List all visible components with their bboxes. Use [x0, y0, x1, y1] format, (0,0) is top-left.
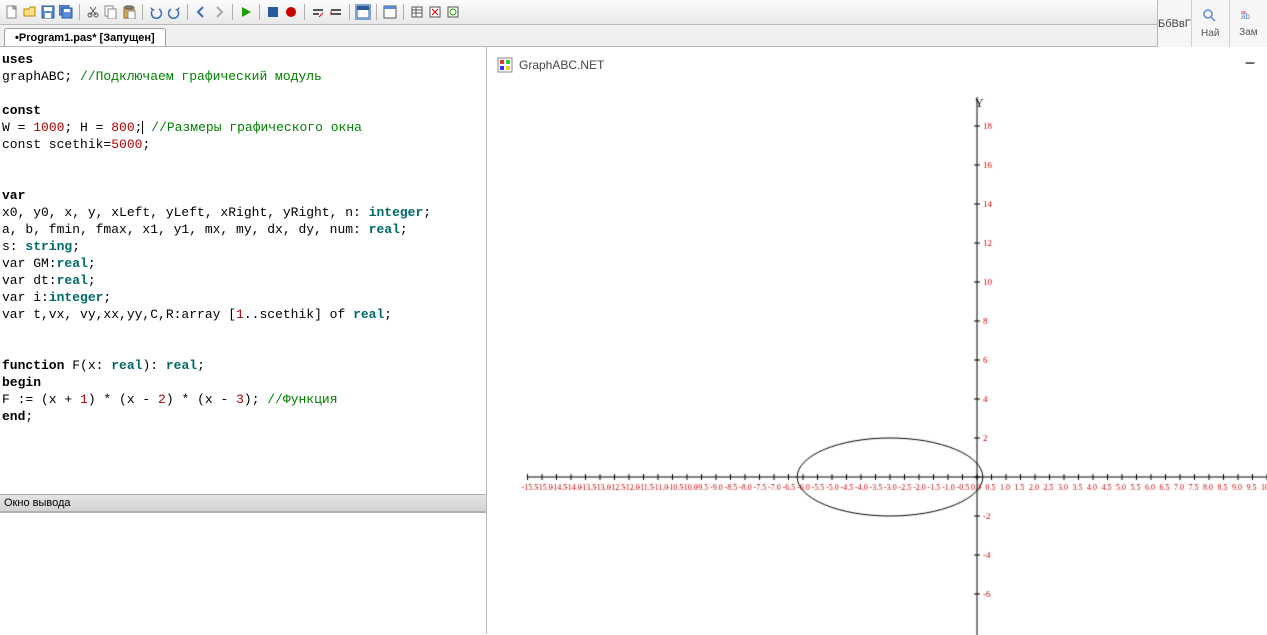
console-pane-icon[interactable]: [355, 4, 371, 20]
graph-window: GraphABC.NET –: [487, 47, 1267, 634]
find-icon[interactable]: [1203, 9, 1217, 26]
output-text[interactable]: [0, 512, 486, 634]
editor-pane: uses graphABC; //Подключаем графический …: [0, 47, 487, 634]
find-label[interactable]: Най: [1201, 28, 1219, 39]
replace-label[interactable]: Зам: [1239, 27, 1257, 38]
editor-tabbar: •Program1.pas* [Запущен] ▾ ✕: [0, 25, 1267, 47]
save-icon[interactable]: [40, 4, 56, 20]
stop-icon[interactable]: [265, 4, 281, 20]
new-file-icon[interactable]: [4, 4, 20, 20]
output-panel-title: Окно вывода: [0, 494, 486, 512]
sample-text: БбВвГ: [1158, 0, 1192, 47]
file-tab[interactable]: •Program1.pas* [Запущен]: [4, 28, 166, 46]
db-3-icon[interactable]: [445, 4, 461, 20]
db-2-icon[interactable]: [427, 4, 443, 20]
undo-icon[interactable]: [148, 4, 164, 20]
save-all-icon[interactable]: [58, 4, 74, 20]
step-over-icon[interactable]: [328, 4, 344, 20]
svg-text:ac: ac: [1241, 10, 1247, 16]
db-1-icon[interactable]: [409, 4, 425, 20]
copy-icon[interactable]: [103, 4, 119, 20]
cut-icon[interactable]: [85, 4, 101, 20]
output-panel: x Окно вывода: [0, 494, 486, 634]
text-cursor: [142, 121, 143, 134]
code-editor[interactable]: uses graphABC; //Подключаем графический …: [0, 47, 486, 494]
form-designer-icon[interactable]: [382, 4, 398, 20]
redo-icon[interactable]: [166, 4, 182, 20]
open-file-icon[interactable]: [22, 4, 38, 20]
nav-forward-icon[interactable]: [211, 4, 227, 20]
main-toolbar: [0, 0, 1267, 25]
nav-back-icon[interactable]: [193, 4, 209, 20]
breakpoint-icon[interactable]: [283, 4, 299, 20]
graph-canvas: [487, 47, 1267, 635]
workarea: uses graphABC; //Подключаем графический …: [0, 47, 1267, 634]
paste-icon[interactable]: [121, 4, 137, 20]
ribbon-fragment: БбВвГ Най abac Зам: [1157, 0, 1267, 47]
run-icon[interactable]: [238, 4, 254, 20]
replace-icon[interactable]: abac: [1241, 10, 1255, 25]
step-into-icon[interactable]: [310, 4, 326, 20]
